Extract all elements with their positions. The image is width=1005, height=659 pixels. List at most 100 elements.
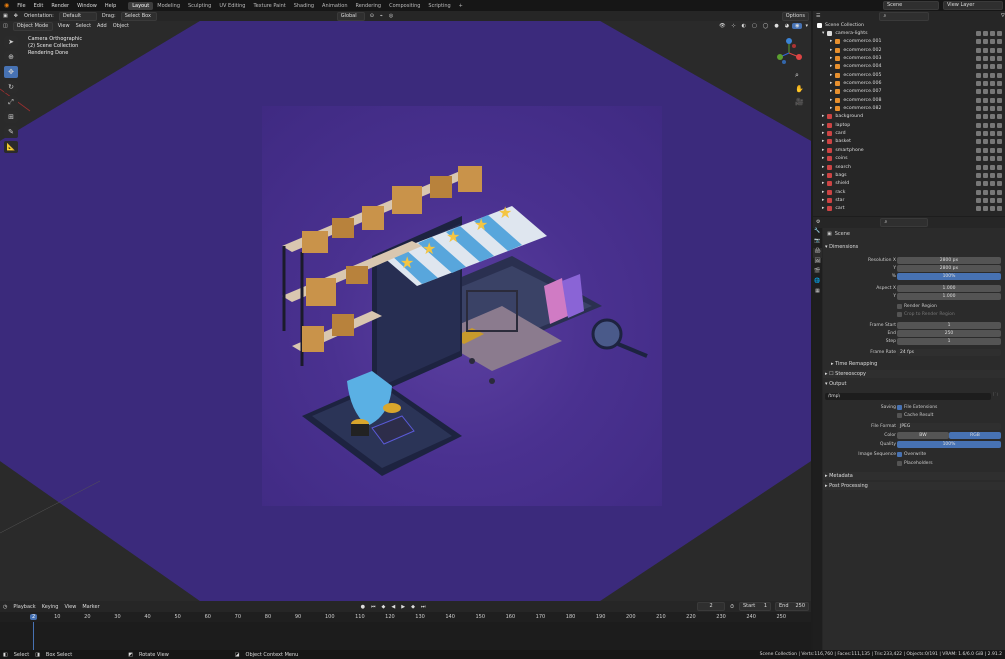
scene-selector[interactable]: Scene: [883, 1, 939, 10]
outliner-row[interactable]: ▸ ecommerce.008: [813, 96, 1005, 104]
select-tool-icon[interactable]: ➤: [4, 36, 18, 48]
pivot-icon[interactable]: ⊙: [367, 13, 377, 19]
camera-icon[interactable]: [997, 131, 1002, 137]
res-y-field[interactable]: 2800 px: [897, 264, 1001, 272]
snap-icon[interactable]: ⌁: [377, 13, 386, 19]
properties-type-icon[interactable]: ⚙: [816, 219, 820, 225]
workspace-tab-animation[interactable]: Animation: [318, 2, 352, 10]
xray-toggle-icon[interactable]: ▢: [749, 23, 760, 29]
outliner-row[interactable]: ▸ basket: [813, 138, 1005, 146]
camera-icon[interactable]: [997, 56, 1002, 62]
outliner-row[interactable]: ▸ smartphone: [813, 146, 1005, 154]
mode-dropdown[interactable]: Object Mode: [12, 21, 53, 31]
select-icon[interactable]: [983, 81, 988, 87]
properties-search-input[interactable]: ⌕: [880, 217, 929, 227]
tab-view-layer-icon[interactable]: 🖼: [813, 258, 822, 268]
select-icon[interactable]: [983, 122, 988, 128]
editor-type-icon[interactable]: ▣: [0, 13, 11, 19]
axis-gizmo-icon[interactable]: ⌕ ✋ 🎥: [772, 36, 808, 116]
shading-rendered-icon[interactable]: ◉: [792, 23, 803, 29]
camera-icon[interactable]: [997, 97, 1002, 103]
eye-icon[interactable]: [990, 89, 995, 95]
eye-icon[interactable]: [990, 139, 995, 145]
checkbox-icon[interactable]: [976, 114, 981, 120]
eye-icon[interactable]: [990, 156, 995, 162]
workspace-tab-rendering[interactable]: Rendering: [352, 2, 386, 10]
expand-arrow-icon[interactable]: ▸: [822, 198, 824, 203]
select-icon[interactable]: [983, 147, 988, 153]
outliner-row[interactable]: ▸ ecommerce.003: [813, 54, 1005, 62]
play-reverse-icon[interactable]: ◀: [388, 604, 398, 610]
workspace-tab-sculpting[interactable]: Sculpting: [184, 2, 215, 10]
eye-icon[interactable]: [990, 172, 995, 178]
camera-icon[interactable]: [997, 147, 1002, 153]
checkbox-icon[interactable]: [976, 64, 981, 70]
proportional-edit-icon[interactable]: ◎: [386, 13, 396, 19]
checkbox-icon[interactable]: [976, 122, 981, 128]
prev-key-icon[interactable]: ◆: [379, 604, 389, 610]
filter-icon[interactable]: ⛛: [1001, 13, 1005, 19]
outliner-row[interactable]: ▸ ecommerce.001: [813, 38, 1005, 46]
expand-arrow-icon[interactable]: ▸: [830, 106, 832, 111]
expand-arrow-icon[interactable]: ▸: [822, 123, 824, 128]
menu-edit[interactable]: Edit: [30, 3, 48, 9]
select-icon[interactable]: [983, 139, 988, 145]
outliner-row[interactable]: ▸ ecommerce.002: [813, 46, 1005, 54]
select-icon[interactable]: [983, 64, 988, 70]
select-icon[interactable]: [983, 47, 988, 53]
checkbox-icon[interactable]: [976, 39, 981, 45]
next-key-icon[interactable]: ◆: [408, 604, 418, 610]
workspace-tab-compositing[interactable]: Compositing: [385, 2, 424, 10]
tab-world-icon[interactable]: 🌐: [813, 278, 822, 288]
options-dropdown[interactable]: Options: [781, 11, 809, 21]
render-region-checkbox[interactable]: Render Region: [897, 303, 937, 309]
menu-timeline-view[interactable]: View: [61, 604, 79, 610]
checkbox-icon[interactable]: [976, 81, 981, 87]
drag-dropdown[interactable]: Select Box: [120, 11, 157, 21]
record-icon[interactable]: ●: [358, 604, 368, 610]
workspace-tab-uv-editing[interactable]: UV Editing: [215, 2, 249, 10]
jump-end-icon[interactable]: ⏭: [418, 604, 429, 610]
frame-start-field[interactable]: Start 1: [739, 602, 771, 611]
aspect-y-field[interactable]: 1.000: [897, 292, 1001, 300]
checkbox-icon[interactable]: [976, 189, 981, 195]
outliner-row[interactable]: ▾ camera-lights: [813, 29, 1005, 37]
eye-icon[interactable]: [990, 106, 995, 112]
frame-end-field[interactable]: 250: [897, 329, 1001, 337]
gizmo-toggle-icon[interactable]: ⊹: [728, 23, 738, 29]
eye-icon[interactable]: [990, 81, 995, 87]
shading-options-icon[interactable]: ▾: [802, 23, 811, 29]
camera-icon[interactable]: [997, 172, 1002, 178]
frame-step-field[interactable]: 1: [897, 337, 1001, 345]
annotate-tool-icon[interactable]: ✎: [4, 126, 18, 138]
camera-icon[interactable]: [997, 47, 1002, 53]
timeline-body[interactable]: [0, 622, 811, 650]
workspace-tab-texture-paint[interactable]: Texture Paint: [249, 2, 289, 10]
move-tool-icon[interactable]: ✥: [4, 66, 18, 78]
select-icon[interactable]: [983, 56, 988, 62]
timeline-ruler[interactable]: 2 10 20 30 40 50 60 70 80 90 100 110 120 130 140 150 160…: [0, 612, 811, 622]
expand-arrow-icon[interactable]: ▸: [822, 139, 824, 144]
outliner-row[interactable]: ▸ ecommerce.006: [813, 79, 1005, 87]
tab-scene-icon[interactable]: 🎬: [813, 268, 822, 278]
menu-window[interactable]: Window: [73, 3, 101, 9]
checkbox-icon[interactable]: [976, 31, 981, 37]
outliner-row[interactable]: ▸ cart: [813, 205, 1005, 213]
checkbox-icon[interactable]: [976, 147, 981, 153]
jump-start-icon[interactable]: ⏮: [368, 604, 379, 610]
cache-result-checkbox[interactable]: Cache Result: [897, 412, 933, 418]
checkbox-icon[interactable]: [976, 206, 981, 212]
camera-icon[interactable]: [997, 189, 1002, 195]
checkbox-icon[interactable]: [976, 139, 981, 145]
eye-icon[interactable]: [990, 47, 995, 53]
menu-playback[interactable]: Playback: [10, 604, 38, 610]
file-extensions-checkbox[interactable]: File Extensions: [897, 404, 937, 410]
outliner-search-input[interactable]: ⌕: [879, 11, 930, 21]
checkbox-icon[interactable]: [976, 47, 981, 53]
camera-icon[interactable]: [997, 39, 1002, 45]
file-format-dropdown[interactable]: JPEG: [897, 422, 1001, 430]
eye-icon[interactable]: [990, 206, 995, 212]
expand-arrow-icon[interactable]: ▸: [822, 206, 824, 211]
expand-arrow-icon[interactable]: ▸: [830, 48, 832, 53]
folder-icon[interactable]: 🗀: [993, 392, 998, 400]
